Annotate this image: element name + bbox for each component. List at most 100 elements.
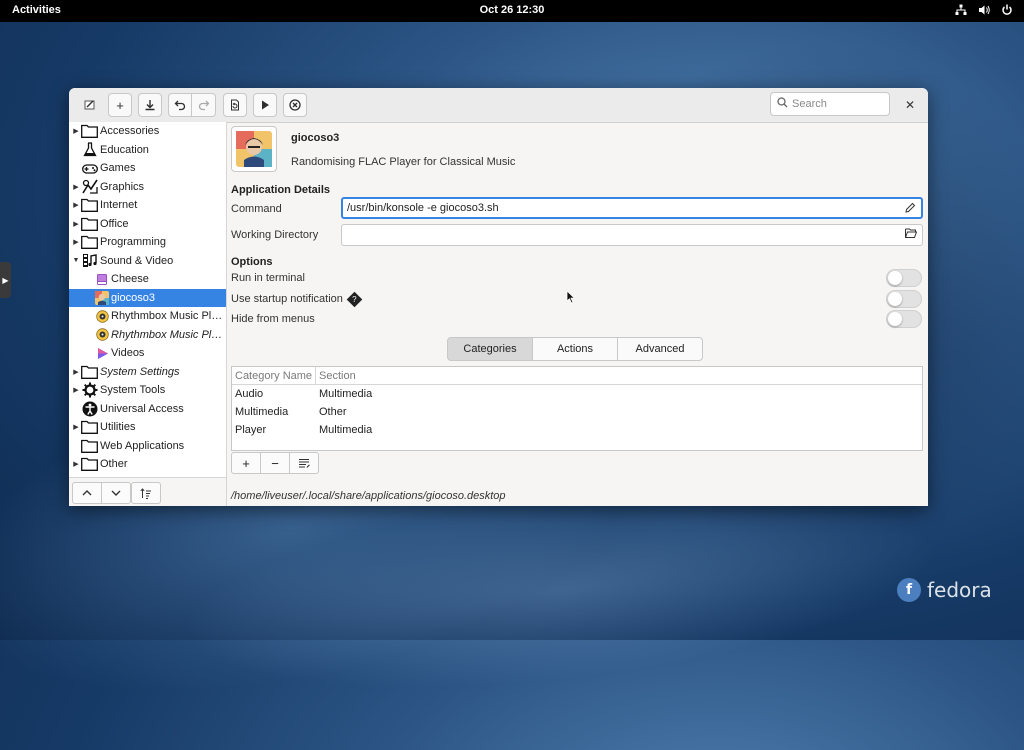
- chevron-right-icon: ▶: [2, 275, 9, 285]
- sidebar-item[interactable]: Cheese: [69, 270, 226, 288]
- expander-open-icon[interactable]: ▼: [71, 257, 81, 264]
- minus-icon: −: [271, 455, 279, 471]
- working-directory-field[interactable]: [341, 224, 923, 246]
- category-section-cell[interactable]: Multimedia: [319, 388, 372, 400]
- plus-icon: +: [242, 455, 250, 471]
- expander-closed-icon[interactable]: ▶: [71, 220, 81, 228]
- hide-from-menus-switch[interactable]: [886, 310, 922, 328]
- sidebar-item-label: Cheese: [111, 273, 149, 285]
- category-name-cell[interactable]: Player: [235, 424, 266, 436]
- add-category-button[interactable]: +: [231, 452, 261, 474]
- search-icon: [777, 97, 788, 111]
- tab-actions[interactable]: Actions: [532, 337, 618, 361]
- close-circle-icon: [289, 99, 301, 111]
- sidebar-item-label: giocoso3: [111, 291, 156, 304]
- column-header-category-name[interactable]: Category Name: [232, 367, 316, 385]
- folder-open-icon[interactable]: [905, 228, 918, 241]
- network-icon[interactable]: [954, 3, 968, 17]
- sidebar-item[interactable]: ▶ Other: [69, 455, 226, 473]
- category-section-cell[interactable]: Other: [319, 406, 347, 418]
- expander-closed-icon[interactable]: ▶: [71, 460, 81, 468]
- sidebar-item[interactable]: Education: [69, 141, 226, 159]
- expander-closed-icon[interactable]: ▶: [71, 183, 81, 191]
- tab-advanced[interactable]: Advanced: [617, 337, 703, 361]
- command-field[interactable]: /usr/bin/konsole -e giocoso3.sh: [341, 197, 923, 219]
- sidebar-item-label: Games: [100, 162, 136, 174]
- folder-icon: [81, 364, 98, 379]
- graphics-icon: [81, 179, 98, 194]
- expander-closed-icon[interactable]: ▶: [71, 386, 81, 394]
- search-placeholder: Search: [792, 98, 827, 110]
- sidebar-item[interactable]: Games: [69, 159, 226, 177]
- chevron-up-icon: [82, 490, 92, 496]
- volume-icon[interactable]: [977, 3, 991, 17]
- sidebar-item[interactable]: ▶ Office: [69, 215, 226, 233]
- app-icon-button[interactable]: [231, 126, 277, 172]
- remove-category-button[interactable]: −: [260, 452, 290, 474]
- sidebar-item[interactable]: Rhythmbox Music Pl…: [69, 307, 226, 325]
- dash-handle[interactable]: ▶: [0, 262, 11, 298]
- test-launch-button[interactable]: [253, 93, 277, 117]
- save-button[interactable]: [138, 93, 162, 117]
- sidebar-item[interactable]: ▶ Graphics: [69, 178, 226, 196]
- sidebar-item-label: Videos: [111, 347, 145, 359]
- edit-categories-button[interactable]: [289, 452, 319, 474]
- undo-button[interactable]: [168, 93, 192, 117]
- sidebar-item[interactable]: ▶ Accessories: [69, 122, 226, 140]
- folder-icon: [81, 235, 98, 250]
- top-bar: Activities Oct 26 12:30: [0, 0, 1024, 22]
- sidebar-item[interactable]: Web Applications: [69, 437, 226, 455]
- fedora-logo: f fedora: [897, 578, 992, 602]
- sidebar-item[interactable]: ▶ Utilities: [69, 418, 226, 436]
- sidebar-item[interactable]: ▶ Programming: [69, 233, 226, 251]
- sidebar-item[interactable]: Rhythmbox Music Pl…: [69, 326, 226, 344]
- clock[interactable]: Oct 26 12:30: [0, 4, 1024, 16]
- undo-icon: [174, 100, 186, 111]
- fedora-wordmark: fedora: [927, 578, 992, 602]
- expander-closed-icon[interactable]: ▶: [71, 238, 81, 246]
- startup-notification-switch[interactable]: [886, 290, 922, 308]
- sidebar-item[interactable]: Universal Access: [69, 400, 226, 418]
- expander-closed-icon[interactable]: ▶: [71, 127, 81, 135]
- power-icon[interactable]: [1000, 3, 1014, 17]
- revert-button[interactable]: [223, 93, 247, 117]
- app-menu-icon[interactable]: [78, 93, 102, 117]
- sidebar-item[interactable]: ▶ Internet: [69, 196, 226, 214]
- sidebar-item[interactable]: giocoso3: [69, 288, 226, 307]
- expander-closed-icon[interactable]: ▶: [71, 423, 81, 431]
- sidebar-item[interactable]: ▶ System Tools: [69, 381, 226, 399]
- column-header-section[interactable]: Section: [316, 367, 922, 385]
- category-section-cell[interactable]: Multimedia: [319, 424, 372, 436]
- edit-icon[interactable]: [905, 202, 916, 216]
- hide-from-menus-label: Hide from menus: [231, 313, 315, 325]
- close-window-button[interactable]: ✕: [900, 95, 920, 115]
- sort-button[interactable]: [131, 482, 161, 504]
- folder-icon: [81, 124, 98, 139]
- sidebar-item[interactable]: ▼ Sound & Video: [69, 252, 226, 270]
- move-down-button[interactable]: [101, 482, 131, 504]
- category-name-cell[interactable]: Audio: [235, 388, 263, 400]
- tab-categories[interactable]: Categories: [447, 337, 533, 361]
- giocoso-icon: [95, 290, 109, 305]
- desktop-file-path: /home/liveuser/.local/share/applications…: [231, 490, 506, 502]
- new-item-button[interactable]: +: [108, 93, 132, 117]
- sidebar-item-label: System Settings: [100, 365, 180, 378]
- run-in-terminal-label: Run in terminal: [231, 272, 305, 284]
- move-up-button[interactable]: [72, 482, 102, 504]
- search-input[interactable]: Search: [770, 92, 890, 116]
- help-icon[interactable]: ?: [346, 291, 363, 308]
- system-tray[interactable]: [954, 3, 1014, 17]
- redo-button[interactable]: [192, 93, 216, 117]
- menu-editor-window: + Search ✕ ▶ Accessories Education Games…: [69, 88, 928, 506]
- sidebar-item[interactable]: ▶ System Settings: [69, 363, 226, 381]
- expander-closed-icon[interactable]: ▶: [71, 368, 81, 376]
- delete-button[interactable]: [283, 93, 307, 117]
- startup-notification-label: Use startup notification ?: [231, 291, 363, 308]
- play-icon: [262, 100, 269, 110]
- redo-icon: [198, 100, 209, 111]
- run-in-terminal-switch[interactable]: [886, 269, 922, 287]
- category-name-cell[interactable]: Multimedia: [235, 406, 288, 418]
- category-tree[interactable]: ▶ Accessories Education Games ▶ Graphics ▶ Inte…: [69, 122, 226, 477]
- sidebar-item[interactable]: Videos: [69, 344, 226, 362]
- expander-closed-icon[interactable]: ▶: [71, 201, 81, 209]
